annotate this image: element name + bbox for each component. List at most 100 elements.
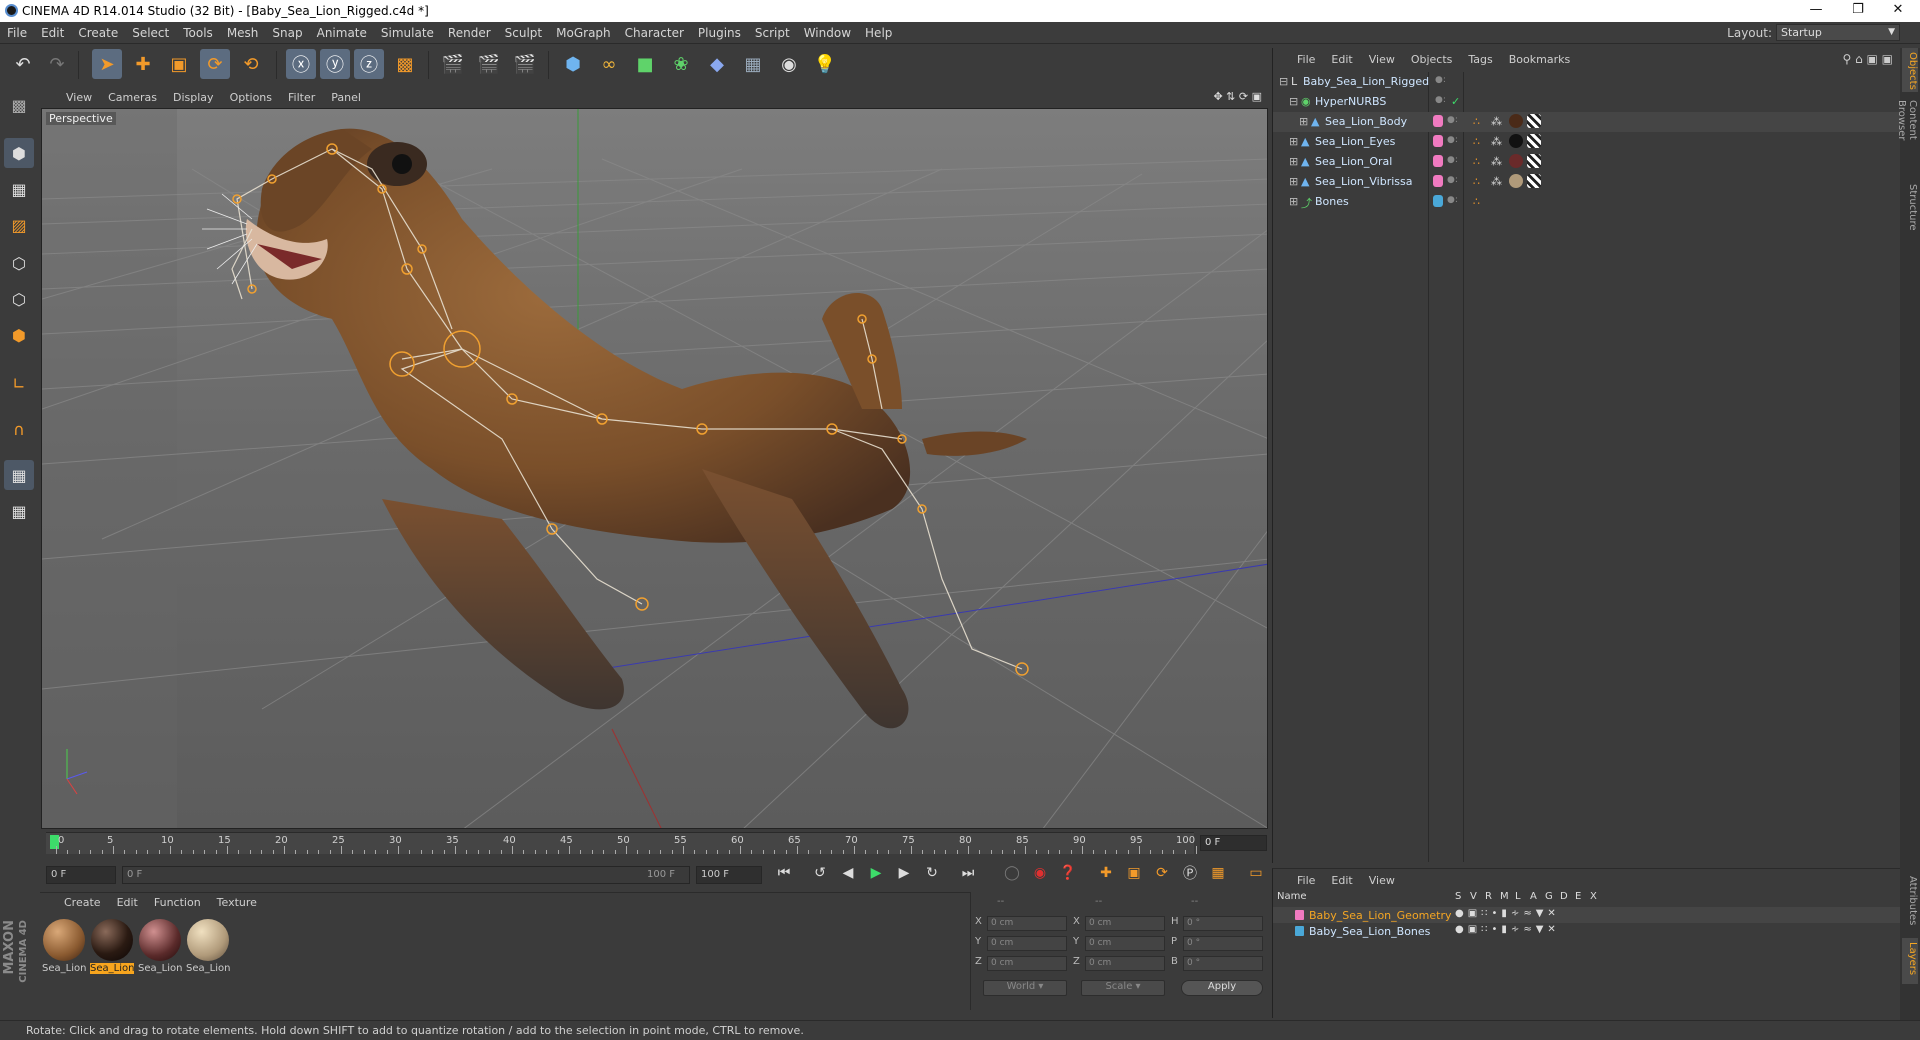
visibility-dots-icon[interactable]: ●: — [1435, 95, 1446, 105]
collapse-icon[interactable]: ⊟ — [1279, 75, 1288, 88]
layer-toggle-icons[interactable]: ●▣∷•▮∻≈▼✕ — [1455, 924, 1560, 935]
workplane-lock-icon[interactable]: ▦ — [4, 460, 34, 490]
workplane-snap-icon[interactable]: ▦ — [4, 496, 34, 526]
skin-tag-icon[interactable]: ⁂ — [1491, 115, 1502, 128]
edges-mode-icon[interactable]: ⬡ — [4, 284, 34, 314]
material-tag-icon[interactable] — [1509, 154, 1523, 168]
points-mode-icon[interactable]: ⬡ — [4, 248, 34, 278]
object-row[interactable]: ⊞ ▲ Sea_Lion_Oral ●: ∴ ⁂ — [1273, 152, 1901, 172]
skin-tag-icon[interactable]: ⁂ — [1491, 175, 1502, 188]
next-key-icon[interactable]: ↻ — [920, 862, 944, 884]
menu-create[interactable]: Create — [71, 22, 125, 44]
material-tag-icon[interactable] — [1509, 114, 1523, 128]
size-z-field[interactable]: 0 cm — [1085, 956, 1165, 971]
material-menu-edit[interactable]: Edit — [109, 893, 146, 909]
coordinate-system-icon[interactable]: ▩ — [390, 49, 420, 79]
layer-color-swatch[interactable] — [1295, 926, 1304, 936]
viewport-menu-panel[interactable]: Panel — [323, 88, 369, 104]
workplane-mode-icon[interactable]: ▨ — [4, 210, 34, 240]
object-row[interactable]: ⊞ ⤴ Bones ●: ∴ — [1273, 192, 1901, 212]
size-y-field[interactable]: 0 cm — [1085, 936, 1165, 951]
axis-mode-icon[interactable]: ∟ — [4, 368, 34, 398]
position-x-field[interactable]: 0 cm — [987, 916, 1067, 931]
layer-menu-file[interactable]: File — [1289, 871, 1323, 887]
menu-edit[interactable]: Edit — [34, 22, 71, 44]
skin-tag-icon[interactable]: ⁂ — [1491, 155, 1502, 168]
obj-menu-bookmarks[interactable]: Bookmarks — [1501, 50, 1578, 66]
tab-layers[interactable]: Layers — [1902, 938, 1918, 984]
polygons-mode-icon[interactable]: ⬢ — [4, 320, 34, 350]
menu-animate[interactable]: Animate — [310, 22, 374, 44]
texture-mode-icon[interactable]: ▦ — [4, 174, 34, 204]
key-pla-icon[interactable]: ▦ — [1206, 862, 1230, 884]
undo-icon[interactable]: ↶ — [8, 49, 38, 79]
layer-row[interactable]: Baby_Sea_Lion_Bones ●▣∷•▮∻≈▼✕ — [1273, 923, 1901, 939]
obj-menu-objects[interactable]: Objects — [1403, 50, 1461, 66]
material-swatch[interactable]: Sea_Lion — [138, 919, 182, 974]
menu-mograph[interactable]: MoGraph — [549, 22, 618, 44]
render-settings-icon[interactable]: 🎬 — [510, 49, 540, 79]
nurbs-icon[interactable]: ■ — [630, 49, 660, 79]
camera-icon[interactable]: ◉ — [774, 49, 804, 79]
play-icon[interactable]: ▶ — [864, 862, 888, 884]
x-axis-lock-icon[interactable]: ⓧ — [286, 49, 316, 79]
weight-tag-icon[interactable]: ∴ — [1473, 155, 1480, 168]
material-tag-icon[interactable] — [1509, 174, 1523, 188]
expand-icon[interactable]: ⊞ — [1289, 195, 1298, 208]
layer-color-swatch[interactable] — [1295, 910, 1304, 920]
tab-content-browser[interactable]: Content Browser — [1896, 96, 1918, 176]
material-tag-icon[interactable] — [1509, 134, 1523, 148]
weight-tag-icon[interactable]: ∴ — [1473, 175, 1480, 188]
menu-select[interactable]: Select — [125, 22, 176, 44]
obj-menu-edit[interactable]: Edit — [1323, 50, 1360, 66]
redo-icon[interactable]: ↷ — [42, 49, 72, 79]
enabled-check-icon[interactable]: ✓ — [1451, 95, 1460, 108]
layer-color-chip[interactable] — [1433, 115, 1443, 127]
end-frame-field[interactable]: 100 F — [696, 866, 762, 884]
uvw-tag-icon[interactable] — [1527, 174, 1541, 188]
material-menu-texture[interactable]: Texture — [209, 893, 265, 909]
object-row[interactable]: ⊟ L Baby_Sea_Lion_Rigged ●: — [1273, 72, 1901, 92]
key-parameter-icon[interactable]: Ⓟ — [1178, 862, 1202, 884]
expand-icon[interactable]: ⊞ — [1289, 175, 1298, 188]
rotation-h-field[interactable]: 0 ° — [1183, 916, 1263, 931]
viewport-menu-view[interactable]: View — [58, 88, 100, 104]
previous-key-icon[interactable]: ↺ — [808, 862, 832, 884]
menu-render[interactable]: Render — [441, 22, 498, 44]
snapping-icon[interactable]: ∩ — [4, 414, 34, 444]
menu-simulate[interactable]: Simulate — [374, 22, 441, 44]
deformer-icon[interactable]: ◆ — [702, 49, 732, 79]
recent-tool-icon[interactable]: ⟲ — [236, 49, 266, 79]
layout-select[interactable]: Startup ▼ — [1776, 24, 1900, 41]
size-x-field[interactable]: 0 cm — [1085, 916, 1165, 931]
menu-snap[interactable]: Snap — [265, 22, 309, 44]
previous-frame-icon[interactable]: ◀ — [836, 862, 860, 884]
rotate-icon[interactable]: ⟳ — [200, 49, 230, 79]
obj-menu-tags[interactable]: Tags — [1460, 50, 1500, 66]
model-mode-icon[interactable]: ⬢ — [4, 138, 34, 168]
viewport-menu-display[interactable]: Display — [165, 88, 222, 104]
object-row[interactable]: ⊞ ▲ Sea_Lion_Eyes ●: ∴ ⁂ — [1273, 132, 1901, 152]
y-axis-lock-icon[interactable]: ⓨ — [320, 49, 350, 79]
visibility-dots-icon[interactable]: ●: — [1447, 195, 1458, 205]
layer-color-chip[interactable] — [1433, 195, 1443, 207]
menu-sculpt[interactable]: Sculpt — [498, 22, 549, 44]
weight-tag-icon[interactable]: ∴ — [1473, 115, 1480, 128]
restore-icon[interactable]: ❐ — [1838, 2, 1878, 17]
object-row[interactable]: ⊞ ▲ Sea_Lion_Body ●: ∴ ⁂ — [1273, 112, 1901, 132]
uvw-tag-icon[interactable] — [1527, 154, 1541, 168]
render-picture-viewer-icon[interactable]: 🎬 — [474, 49, 504, 79]
skin-tag-icon[interactable]: ⁂ — [1491, 135, 1502, 148]
live-selection-icon[interactable]: ➤ — [92, 49, 122, 79]
visibility-dots-icon[interactable]: ●: — [1447, 175, 1458, 185]
coordinate-space-select[interactable]: World ▾ — [983, 980, 1067, 996]
material-swatch[interactable]: Sea_Lion — [42, 919, 86, 974]
next-frame-icon[interactable]: ▶ — [892, 862, 916, 884]
viewport-menu-cameras[interactable]: Cameras — [100, 88, 165, 104]
position-z-field[interactable]: 0 cm — [987, 956, 1067, 971]
rotation-p-field[interactable]: 0 ° — [1183, 936, 1263, 951]
layer-menu-view[interactable]: View — [1361, 871, 1403, 887]
menu-file[interactable]: File — [0, 22, 34, 44]
position-y-field[interactable]: 0 cm — [987, 936, 1067, 951]
visibility-dots-icon[interactable]: ●: — [1447, 155, 1458, 165]
